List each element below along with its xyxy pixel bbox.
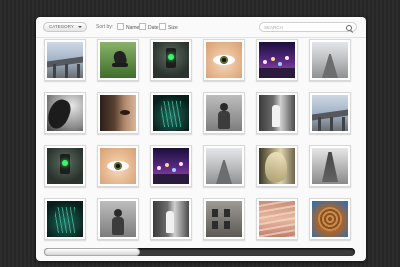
thumbnail-bw-girl[interactable] xyxy=(97,198,139,240)
thumbnail-blond-hair[interactable] xyxy=(256,145,298,187)
thumbnail-image xyxy=(206,42,242,78)
sort-name-option[interactable]: Name xyxy=(117,23,139,31)
thumbnail-bridge[interactable] xyxy=(44,39,86,81)
sort-size-label: Size xyxy=(168,25,178,31)
thumbnail-image xyxy=(259,95,295,131)
chevron-down-icon xyxy=(78,26,82,28)
sort-name-checkbox[interactable] xyxy=(117,23,124,30)
thumbnail-image xyxy=(206,95,242,131)
thumbnail-image xyxy=(312,201,348,237)
category-dropdown[interactable]: CATEGORY xyxy=(43,22,87,32)
thumbnail-road[interactable] xyxy=(309,39,351,81)
thumbnail-grass[interactable] xyxy=(97,39,139,81)
thumbnail-image xyxy=(206,148,242,184)
sort-date-checkbox[interactable] xyxy=(139,23,146,30)
thumbnail-image xyxy=(259,148,295,184)
thumbnail-curly-hair[interactable] xyxy=(309,198,351,240)
thumbnail-image xyxy=(100,148,136,184)
search-icon[interactable] xyxy=(346,24,352,31)
thumbnail-bridge[interactable] xyxy=(309,92,351,134)
thumbnail-traffic-light[interactable] xyxy=(44,145,86,187)
scrollbar-thumb[interactable] xyxy=(44,248,140,256)
thumbnail-bw-doorway[interactable] xyxy=(256,92,298,134)
thumbnail-plant[interactable] xyxy=(44,198,86,240)
thumbnail-image xyxy=(312,42,348,78)
thumbnail-bw-girl[interactable] xyxy=(203,92,245,134)
sort-name-label: Name xyxy=(126,25,140,31)
thumbnail-image xyxy=(312,95,348,131)
thumbnail-image xyxy=(153,201,189,237)
thumbnail-eye[interactable] xyxy=(97,145,139,187)
thumbnail-image xyxy=(100,42,136,78)
thumbnail-image xyxy=(259,201,295,237)
sort-size-checkbox[interactable] xyxy=(159,23,166,30)
thumbnail-city-night[interactable] xyxy=(150,145,192,187)
thumbnail-smoke[interactable] xyxy=(309,145,351,187)
thumbnail-image xyxy=(100,95,136,131)
thumbnail-jeans[interactable] xyxy=(256,198,298,240)
category-label: CATEGORY xyxy=(49,24,74,29)
thumbnail-image xyxy=(100,201,136,237)
thumbnail-image xyxy=(153,95,189,131)
gallery-panel: CATEGORY Sort by: Name Date Size xyxy=(36,17,366,261)
sort-date-label: Date xyxy=(148,25,159,31)
thumbnail-city-night[interactable] xyxy=(256,39,298,81)
thumbnail-image xyxy=(153,148,189,184)
horizontal-scrollbar[interactable] xyxy=(44,248,355,256)
thumbnail-image xyxy=(47,148,83,184)
thumbnail-dark-hair[interactable] xyxy=(44,92,86,134)
thumbnail-image xyxy=(47,42,83,78)
thumbnail-plant[interactable] xyxy=(150,92,192,134)
search-box[interactable] xyxy=(259,22,357,32)
thumbnail-bw-doorway[interactable] xyxy=(150,198,192,240)
thumbnail-face-closeup[interactable] xyxy=(97,92,139,134)
sort-size-option[interactable]: Size xyxy=(159,23,178,31)
thumbnail-road[interactable] xyxy=(203,145,245,187)
sort-date-option[interactable]: Date xyxy=(139,23,159,31)
thumbnail-image xyxy=(206,201,242,237)
thumbnail-image xyxy=(47,201,83,237)
thumbnail-image xyxy=(312,148,348,184)
thumbnail-eye[interactable] xyxy=(203,39,245,81)
toolbar: CATEGORY Sort by: Name Date Size xyxy=(36,17,366,38)
thumbnail-traffic-light[interactable] xyxy=(150,39,192,81)
thumbnail-image xyxy=(259,42,295,78)
thumbnail-image xyxy=(153,42,189,78)
thumbnail-image xyxy=(47,95,83,131)
sort-by-label: Sort by: xyxy=(96,24,114,30)
thumbnail-bw-facade[interactable] xyxy=(203,198,245,240)
search-input[interactable] xyxy=(264,24,344,31)
